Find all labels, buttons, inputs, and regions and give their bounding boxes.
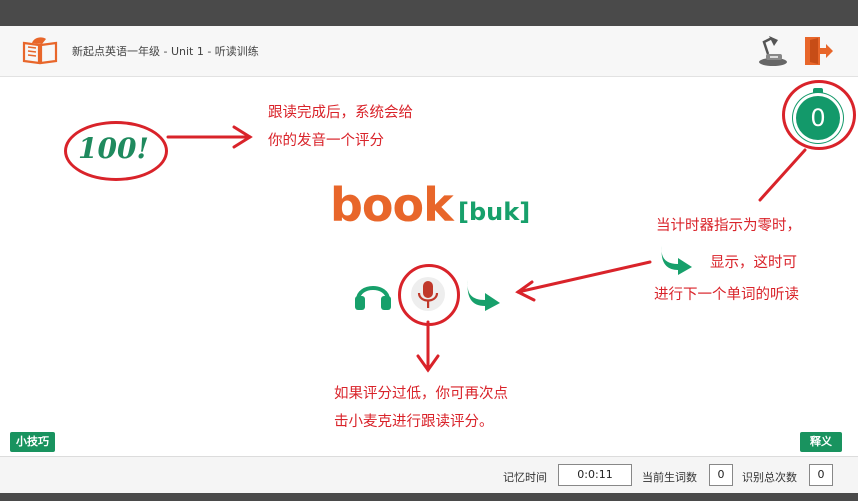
current-new-words-label: 当前生词数 <box>642 471 697 484</box>
current-new-words-value: 0 <box>709 464 733 486</box>
window-bottom-bar <box>0 493 858 501</box>
tips-button[interactable]: 小技巧 <box>10 432 55 452</box>
memory-time-label: 记忆时间 <box>503 471 547 484</box>
memory-time-value: 0:0:11 <box>558 464 632 486</box>
annotation-arrows <box>166 125 807 373</box>
total-recognitions-value: 0 <box>809 464 833 486</box>
total-recognitions-label: 识别总次数 <box>742 471 797 484</box>
status-footer: 记忆时间 0:0:11 当前生词数 0 识别总次数 0 <box>0 456 858 494</box>
definition-button[interactable]: 释义 <box>800 432 842 452</box>
arrow-to-next-button <box>516 260 652 294</box>
arrow-from-timer <box>758 148 807 202</box>
